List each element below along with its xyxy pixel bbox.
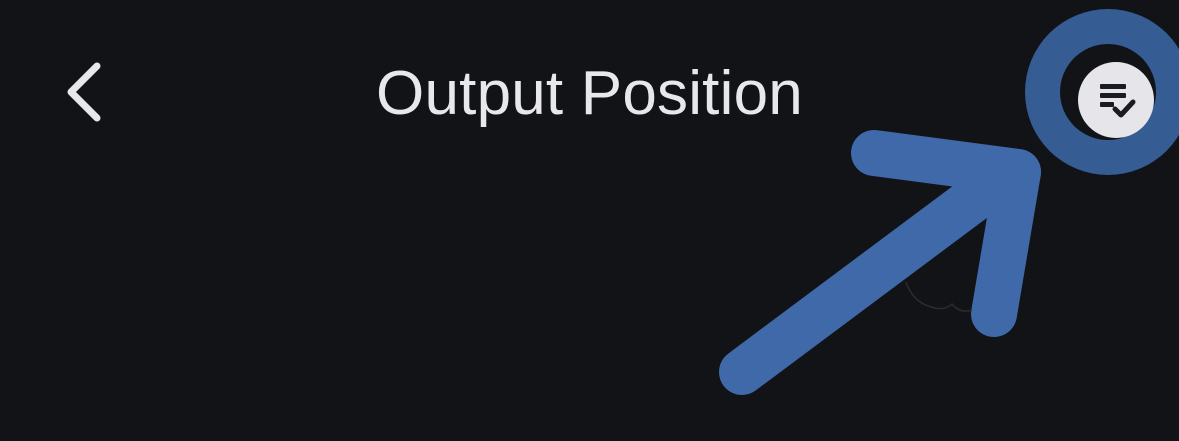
apply-button[interactable] bbox=[1078, 62, 1154, 138]
output-position-screen: Output Position bbox=[0, 0, 1179, 441]
list-check-icon bbox=[1100, 84, 1136, 118]
navigation-bar: Output Position bbox=[0, 0, 1179, 190]
page-title: Output Position bbox=[376, 59, 803, 128]
